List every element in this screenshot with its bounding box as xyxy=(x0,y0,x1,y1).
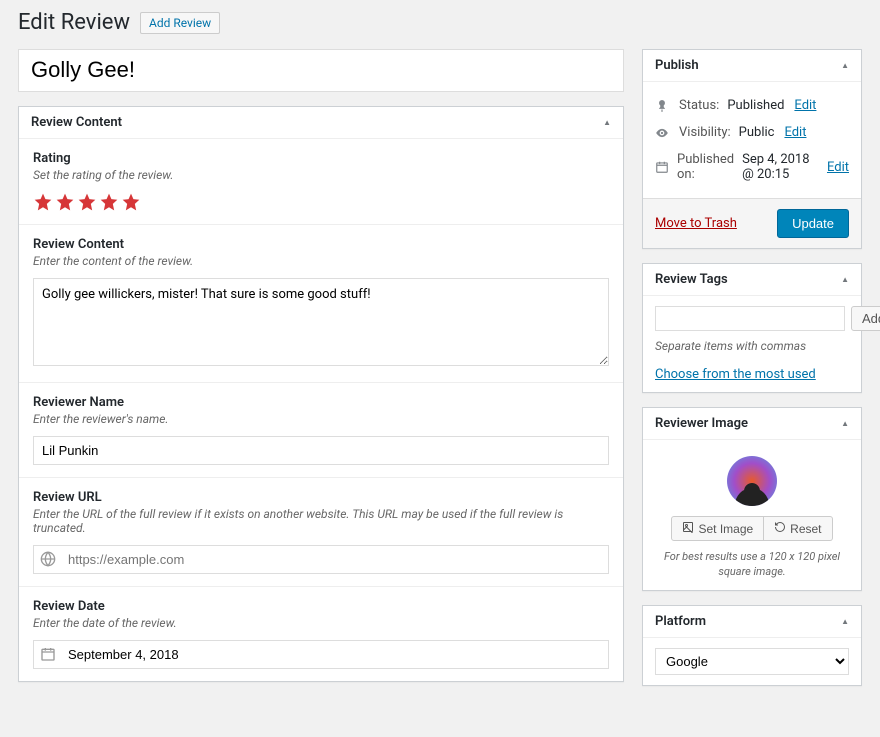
review-date-desc: Enter the date of the review. xyxy=(33,616,609,630)
visibility-line: Visibility: Public Edit xyxy=(655,119,849,146)
review-url-input[interactable] xyxy=(62,546,608,573)
review-content-box: Review Content ▲ Rating Set the rating o… xyxy=(18,106,624,682)
review-url-input-wrap xyxy=(33,545,609,574)
update-button[interactable]: Update xyxy=(777,209,849,238)
most-used-tags-link[interactable]: Choose from the most used xyxy=(655,367,849,382)
review-content-textarea[interactable]: Golly gee willickers, mister! That sure … xyxy=(33,278,609,366)
reviewer-name-label: Reviewer Name xyxy=(33,395,609,410)
calendar-icon xyxy=(34,646,62,662)
reset-image-button[interactable]: Reset xyxy=(764,516,832,541)
status-line: Status: Published Edit xyxy=(655,92,849,119)
star-icon xyxy=(33,192,53,212)
review-tags-box-header[interactable]: Review Tags ▲ xyxy=(643,264,861,296)
tags-input[interactable] xyxy=(655,306,845,331)
rating-stars[interactable] xyxy=(33,192,609,212)
set-image-button[interactable]: Set Image xyxy=(671,516,764,541)
calendar-icon xyxy=(655,160,669,174)
reviewer-name-field: Reviewer Name Enter the reviewer's name. xyxy=(19,382,623,477)
collapse-icon: ▲ xyxy=(841,275,849,284)
review-url-field: Review URL Enter the URL of the full rev… xyxy=(19,477,623,586)
review-date-input[interactable] xyxy=(62,641,608,668)
pin-icon xyxy=(655,99,671,113)
published-value: Sep 4, 2018 @ 20:15 xyxy=(742,152,817,182)
review-content-box-header[interactable]: Review Content ▲ xyxy=(19,107,623,139)
review-tags-box: Review Tags ▲ Add Separate items with co… xyxy=(642,263,862,393)
visibility-edit-link[interactable]: Edit xyxy=(784,125,806,140)
visibility-value: Public xyxy=(739,125,775,140)
page-header: Edit Review Add Review xyxy=(18,10,862,35)
review-content-box-title: Review Content xyxy=(31,115,122,130)
platform-box-header[interactable]: Platform ▲ xyxy=(643,606,861,638)
tags-add-button[interactable]: Add xyxy=(851,306,880,331)
publish-box-title: Publish xyxy=(655,58,699,73)
published-line: Published on: Sep 4, 2018 @ 20:15 Edit xyxy=(655,146,849,188)
reviewer-name-desc: Enter the reviewer's name. xyxy=(33,412,609,426)
review-date-field: Review Date Enter the date of the review… xyxy=(19,586,623,681)
star-icon xyxy=(99,192,119,212)
status-edit-link[interactable]: Edit xyxy=(794,98,816,113)
reviewer-name-input[interactable] xyxy=(33,436,609,465)
review-content-field: Review Content Enter the content of the … xyxy=(19,224,623,382)
review-tags-box-title: Review Tags xyxy=(655,272,728,287)
reviewer-avatar[interactable] xyxy=(727,456,777,506)
platform-box-title: Platform xyxy=(655,614,706,629)
add-review-button[interactable]: Add Review xyxy=(140,12,220,34)
publish-box-header[interactable]: Publish ▲ xyxy=(643,50,861,82)
tags-hint: Separate items with commas xyxy=(655,339,849,353)
platform-box: Platform ▲ Google xyxy=(642,605,862,686)
image-icon xyxy=(682,521,694,536)
review-url-label: Review URL xyxy=(33,490,609,505)
rating-label: Rating xyxy=(33,151,609,166)
image-hint: For best results use a 120 x 120 pixel s… xyxy=(655,549,849,580)
status-value: Published xyxy=(727,98,784,113)
content-desc: Enter the content of the review. xyxy=(33,254,609,268)
post-title-input[interactable] xyxy=(18,49,624,92)
publish-box: Publish ▲ Status: Published Edit xyxy=(642,49,862,249)
collapse-icon: ▲ xyxy=(603,118,611,127)
star-icon xyxy=(121,192,141,212)
eye-icon xyxy=(655,126,671,140)
collapse-icon: ▲ xyxy=(841,617,849,626)
collapse-icon: ▲ xyxy=(841,419,849,428)
collapse-icon: ▲ xyxy=(841,61,849,70)
reviewer-image-box: Reviewer Image ▲ Set Image xyxy=(642,407,862,591)
review-url-desc: Enter the URL of the full review if it e… xyxy=(33,507,609,535)
review-date-input-wrap xyxy=(33,640,609,669)
page-title: Edit Review xyxy=(18,10,130,35)
globe-icon xyxy=(34,551,62,567)
content-label: Review Content xyxy=(33,237,609,252)
reviewer-image-box-header[interactable]: Reviewer Image ▲ xyxy=(643,408,861,440)
rating-desc: Set the rating of the review. xyxy=(33,168,609,182)
rating-field: Rating Set the rating of the review. xyxy=(19,139,623,224)
platform-select[interactable]: Google xyxy=(655,648,849,675)
reviewer-image-box-title: Reviewer Image xyxy=(655,416,748,431)
star-icon xyxy=(55,192,75,212)
star-icon xyxy=(77,192,97,212)
published-edit-link[interactable]: Edit xyxy=(827,160,849,175)
undo-icon xyxy=(774,521,786,536)
move-to-trash-link[interactable]: Move to Trash xyxy=(655,216,737,231)
review-date-label: Review Date xyxy=(33,599,609,614)
